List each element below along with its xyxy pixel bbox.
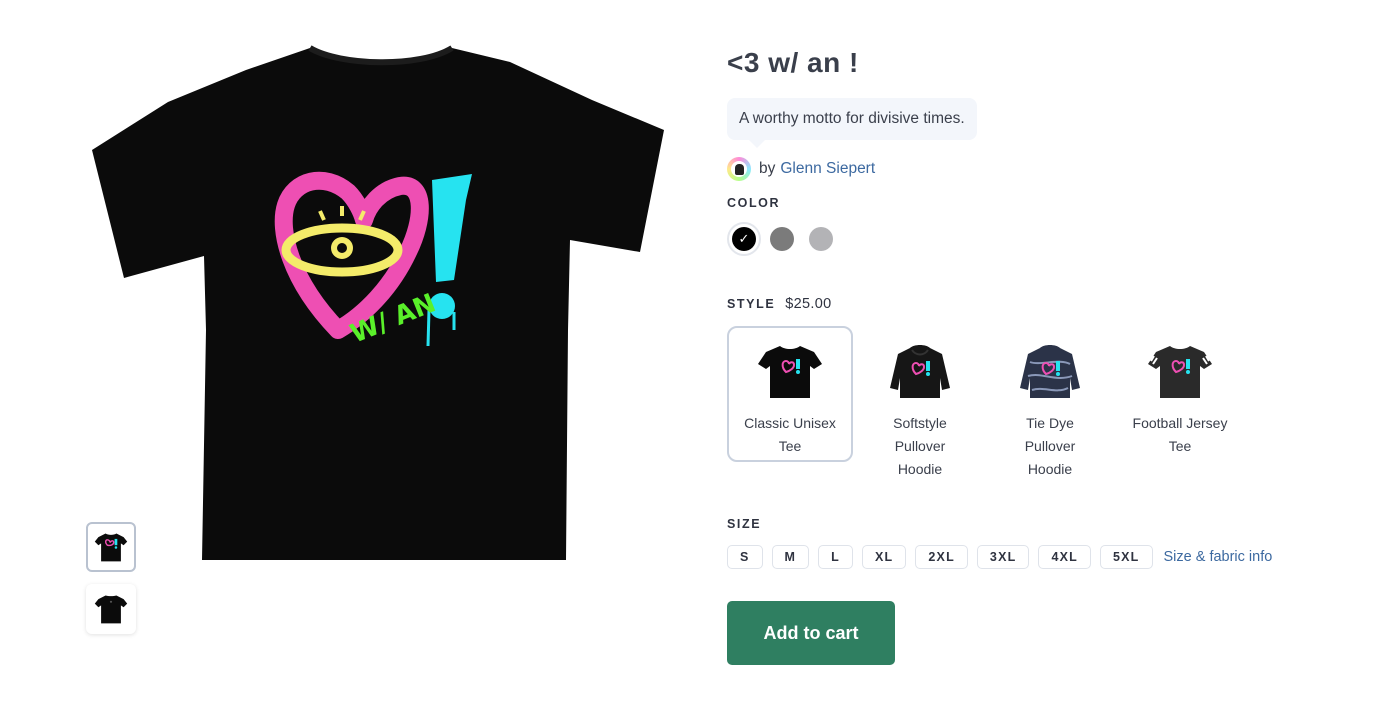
size-options: S M L XL 2XL 3XL 4XL 5XL Size & fabric i… <box>727 545 1347 569</box>
product-title: <3 w/ an ! <box>727 47 859 78</box>
style-option-football-jersey[interactable]: Football Jersey Tee <box>1117 326 1243 462</box>
tshirt-front-thumb-icon <box>94 533 128 562</box>
size-option-3xl[interactable]: 3XL <box>976 545 1030 569</box>
style-option-tie-dye-hoodie[interactable]: Tie Dye Pullover Hoodie <box>987 326 1113 477</box>
product-image: W/ AN <box>80 30 680 590</box>
size-option-l[interactable]: L <box>818 545 854 569</box>
style-option-softstyle-hoodie[interactable]: Softstyle Pullover Hoodie <box>857 326 983 477</box>
author-link[interactable]: Glenn Siepert <box>780 160 875 178</box>
size-option-5xl[interactable]: 5XL <box>1099 545 1153 569</box>
style-name-line: Softstyle <box>893 415 947 431</box>
style-name-line: Tie Dye <box>1026 415 1074 431</box>
thumbnail-back[interactable] <box>86 584 136 634</box>
style-name-line: Pullover <box>1024 438 1076 454</box>
tshirt-icon <box>758 346 822 398</box>
style-name-line: Hoodie <box>1027 461 1073 477</box>
swatch-grey[interactable] <box>809 227 833 251</box>
check-icon: ✓ <box>738 231 750 247</box>
size-option-s[interactable]: S <box>727 545 763 569</box>
style-options: Classic Unisex Tee Softstyle Pullover Ho… <box>727 326 1347 477</box>
jersey-icon <box>1148 346 1212 398</box>
style-header: STYLE $25.00 <box>727 296 1347 312</box>
style-name-line: Classic Unisex <box>744 415 836 431</box>
style-label: STYLE <box>727 297 776 311</box>
size-option-xl[interactable]: XL <box>862 545 907 569</box>
swatch-charcoal[interactable] <box>770 227 794 251</box>
add-to-cart-button[interactable]: Add to cart <box>727 601 895 665</box>
hoodie-icon <box>890 345 950 398</box>
style-price: $25.00 <box>785 296 832 312</box>
style-option-classic-tee[interactable]: Classic Unisex Tee <box>727 326 853 462</box>
product-details: <3 w/ an ! A worthy motto for divisive t… <box>727 44 1347 665</box>
thumbnail-front[interactable] <box>86 522 136 572</box>
tie-dye-hoodie-icon <box>1020 345 1080 398</box>
style-name-line: Football Jersey <box>1132 415 1228 431</box>
style-name-line: Tee <box>1168 438 1192 454</box>
size-option-m[interactable]: M <box>771 545 810 569</box>
tshirt-front-image: W/ AN <box>92 45 664 560</box>
size-fabric-info-link[interactable]: Size & fabric info <box>1164 549 1273 565</box>
size-option-2xl[interactable]: 2XL <box>915 545 968 569</box>
color-swatches: ✓ <box>727 222 1347 256</box>
size-option-4xl[interactable]: 4XL <box>1038 545 1091 569</box>
color-label: COLOR <box>727 196 781 210</box>
size-label: SIZE <box>727 517 762 531</box>
avatar[interactable] <box>727 157 751 181</box>
style-name-line: Tee <box>778 438 802 454</box>
byline: by Glenn Siepert <box>727 156 1347 182</box>
tshirt-back-thumb-icon <box>94 595 128 624</box>
thumbnail-list <box>86 522 138 646</box>
by-label: by <box>759 160 776 177</box>
swatch-black[interactable]: ✓ <box>727 222 761 256</box>
style-name-line: Pullover <box>894 438 946 454</box>
product-motto: A worthy motto for divisive times. <box>727 98 977 148</box>
style-name-line: Hoodie <box>897 461 943 477</box>
